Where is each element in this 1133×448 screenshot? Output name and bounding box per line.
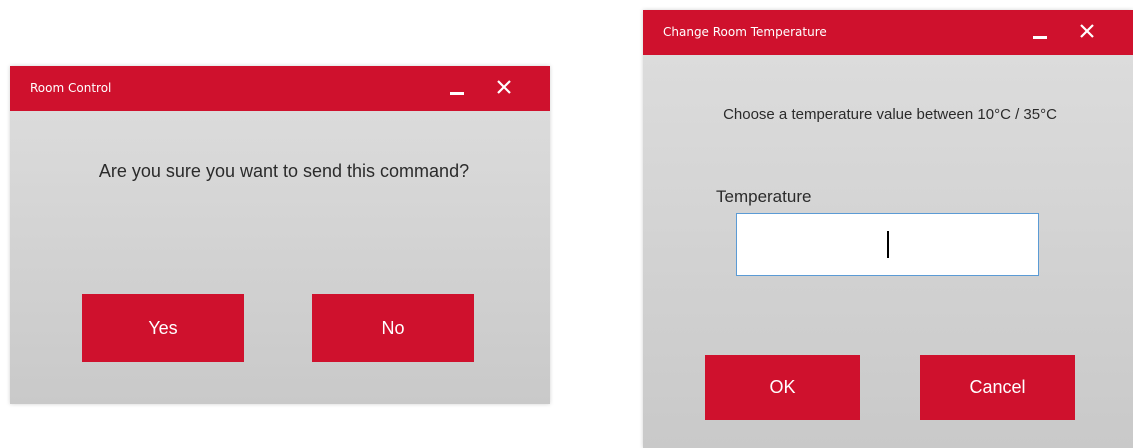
text-cursor <box>887 231 889 258</box>
minimize-icon <box>450 92 464 95</box>
close-icon <box>497 80 511 94</box>
change-temperature-minimize-button[interactable] <box>1025 10 1061 55</box>
change-temperature-close-button[interactable] <box>1071 10 1107 55</box>
yes-button-label: Yes <box>148 317 178 338</box>
no-button-label: No <box>381 317 405 338</box>
room-control-minimize-button[interactable] <box>442 66 478 111</box>
room-control-close-button[interactable] <box>488 66 524 111</box>
room-control-dialog: Room Control Are you sure you want to se… <box>10 66 550 404</box>
yes-button[interactable]: Yes <box>82 294 244 362</box>
room-control-titlebar[interactable]: Room Control <box>10 66 550 111</box>
close-icon <box>1080 24 1094 38</box>
change-temperature-titlebar[interactable]: Change Room Temperature <box>643 10 1133 55</box>
confirmation-message: Are you sure you want to send this comma… <box>98 161 470 181</box>
no-button[interactable]: No <box>312 294 474 362</box>
minimize-icon <box>1033 36 1047 39</box>
cancel-button[interactable]: Cancel <box>920 355 1075 420</box>
temperature-range-message: Choose a temperature value between 10°C … <box>723 106 1057 123</box>
change-room-temperature-dialog: Change Room Temperature Choose a tempera… <box>643 10 1133 448</box>
ok-button[interactable]: OK <box>705 355 860 420</box>
room-control-title: Room Control <box>30 81 112 95</box>
ok-button-label: OK <box>769 377 796 397</box>
temperature-label: Temperature <box>716 187 812 206</box>
change-temperature-title: Change Room Temperature <box>663 25 827 39</box>
cancel-button-label: Cancel <box>969 377 1026 397</box>
